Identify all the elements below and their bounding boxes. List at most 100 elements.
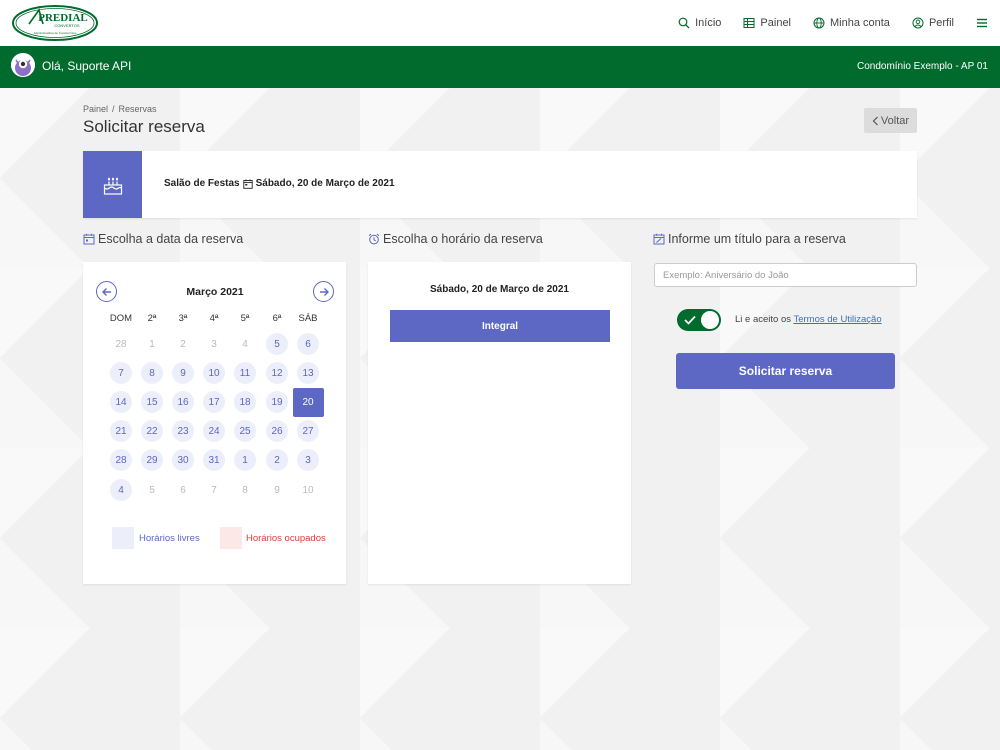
calendar-day: 2 — [180, 338, 186, 350]
predial-logo[interactable]: PREDIAL CONVERTOS Administradora de Cond… — [11, 4, 99, 42]
calendar-day[interactable]: 22 — [141, 420, 163, 442]
calendar-day[interactable]: 28 — [110, 449, 132, 471]
calendar-day[interactable]: 30 — [172, 449, 194, 471]
nav-painel-label: Painel — [760, 17, 791, 29]
terms-link[interactable]: Termos de Utilização — [793, 314, 881, 325]
calendar-day: 10 — [302, 484, 314, 496]
terms-text: Li e aceito os Termos de Utilização — [735, 314, 882, 325]
calendar-day[interactable]: 31 — [203, 449, 225, 471]
calendar-day[interactable]: 14 — [110, 391, 132, 413]
legend-busy-swatch — [220, 527, 242, 549]
nav-inicio-label: Início — [695, 17, 722, 29]
calendar-day[interactable]: 26 — [266, 420, 288, 442]
calendar-day[interactable]: 24 — [203, 420, 225, 442]
terms-toggle[interactable] — [677, 309, 721, 331]
nav-perfil-label: Perfil — [928, 17, 954, 29]
date-section-title: Escolha a data da reserva — [83, 232, 243, 246]
calendar-day[interactable]: 27 — [297, 420, 319, 442]
calendar-day[interactable]: 3 — [297, 449, 319, 471]
avatar[interactable] — [11, 53, 35, 77]
weekday-label: DOM — [109, 313, 133, 324]
breadcrumb-painel[interactable]: Painel — [83, 104, 108, 114]
birthday-cake-icon — [103, 177, 122, 195]
calendar-day[interactable]: 13 — [297, 362, 319, 384]
submit-reservation-button[interactable]: Solicitar reserva — [676, 353, 895, 389]
calendar-icon — [242, 179, 253, 189]
reservation-title-input[interactable] — [654, 263, 917, 287]
time-panel-date: Sábado, 20 de Março de 2021 — [430, 284, 569, 295]
calendar-day[interactable]: 6 — [297, 333, 319, 355]
summary-icon-box — [83, 151, 142, 218]
arrow-right-icon — [319, 287, 329, 296]
main-nav: Início Painel Minha conta Perfil — [678, 0, 1000, 46]
calendar-day[interactable]: 10 — [203, 362, 225, 384]
back-label: Voltar — [880, 114, 910, 127]
calendar-day[interactable]: 15 — [141, 391, 163, 413]
user-bar: Olá, Suporte API Condomínio Exemplo - AP… — [0, 46, 1000, 88]
chevron-left-icon — [872, 116, 878, 125]
nav-painel[interactable]: Painel — [743, 17, 791, 29]
time-section-label: Escolha o horário da reserva — [383, 232, 543, 246]
greeting: Olá, Suporte API — [42, 59, 132, 73]
legend-free-swatch — [112, 527, 134, 549]
condo-label[interactable]: Condomínio Exemplo - AP 01 — [857, 61, 988, 72]
calendar-day[interactable]: 18 — [234, 391, 256, 413]
calendar-day[interactable]: 4 — [110, 479, 132, 501]
weekday-label: 6ª — [272, 313, 282, 324]
calendar-day[interactable]: 12 — [266, 362, 288, 384]
calendar-day[interactable]: 19 — [266, 391, 288, 413]
slot-integral-button[interactable]: Integral — [390, 310, 610, 342]
calendar-month: Março 2021 — [186, 286, 244, 298]
toggle-knob — [701, 311, 719, 329]
terms-prefix: Li e aceito os — [735, 314, 791, 325]
legend-free-label: Horários livres — [139, 533, 200, 544]
calendar-icon — [83, 233, 95, 245]
calendar-day: 8 — [242, 484, 248, 496]
globe-icon — [813, 17, 825, 29]
time-section-title: Escolha o horário da reserva — [368, 232, 543, 246]
calendar-edit-icon — [653, 233, 665, 245]
calendar-day: 4 — [242, 338, 248, 350]
check-icon — [684, 315, 696, 325]
logo-tagline: Administradora de Condomínios — [34, 31, 77, 35]
top-navbar: PREDIAL CONVERTOS Administradora de Cond… — [0, 0, 1000, 46]
user-circle-icon — [912, 17, 924, 29]
calendar-day[interactable]: 7 — [110, 362, 132, 384]
calendar-day-selected[interactable]: 20 — [292, 387, 324, 417]
title-section-label: Informe um título para a reserva — [668, 232, 846, 246]
weekday-label: 4ª — [209, 313, 219, 324]
calendar-day: 3 — [211, 338, 217, 350]
hamburger-icon[interactable] — [976, 17, 988, 29]
calendar-day[interactable]: 16 — [172, 391, 194, 413]
calendar-day: 9 — [274, 484, 280, 496]
weekday-label: 2ª — [147, 313, 157, 324]
nav-minha-conta[interactable]: Minha conta — [813, 17, 890, 29]
weekday-label: 5ª — [240, 313, 250, 324]
summary-date: Sábado, 20 de Março de 2021 — [255, 178, 395, 189]
reservation-summary: Salão de Festas Sábado, 20 de Março de 2… — [83, 151, 917, 218]
weekday-label: SÁB — [298, 313, 318, 324]
calendar-day[interactable]: 21 — [110, 420, 132, 442]
date-section-label: Escolha a data da reserva — [98, 232, 244, 246]
nav-inicio[interactable]: Início — [678, 17, 721, 29]
calendar-day[interactable]: 1 — [234, 449, 256, 471]
next-month-button[interactable] — [313, 281, 334, 302]
alarm-clock-icon — [368, 233, 380, 245]
calendar-day[interactable]: 29 — [141, 449, 163, 471]
calendar-day[interactable]: 2 — [266, 449, 288, 471]
calendar-day[interactable]: 11 — [234, 362, 256, 384]
calendar-day[interactable]: 25 — [234, 420, 256, 442]
calendar-day[interactable]: 9 — [172, 362, 194, 384]
logo-sub: CONVERTOS — [54, 23, 80, 28]
calendar-day: 1 — [149, 338, 155, 350]
search-icon — [678, 17, 690, 29]
summary-text: Salão de Festas Sábado, 20 de Março de 2… — [164, 178, 395, 189]
calendar-day: 7 — [211, 484, 217, 496]
calendar-day[interactable]: 8 — [141, 362, 163, 384]
nav-perfil[interactable]: Perfil — [912, 17, 954, 29]
calendar-day[interactable]: 17 — [203, 391, 225, 413]
back-button[interactable]: Voltar — [864, 108, 917, 133]
calendar-day[interactable]: 5 — [266, 333, 288, 355]
calendar-day[interactable]: 23 — [172, 420, 194, 442]
weekday-label: 3ª — [178, 313, 188, 324]
